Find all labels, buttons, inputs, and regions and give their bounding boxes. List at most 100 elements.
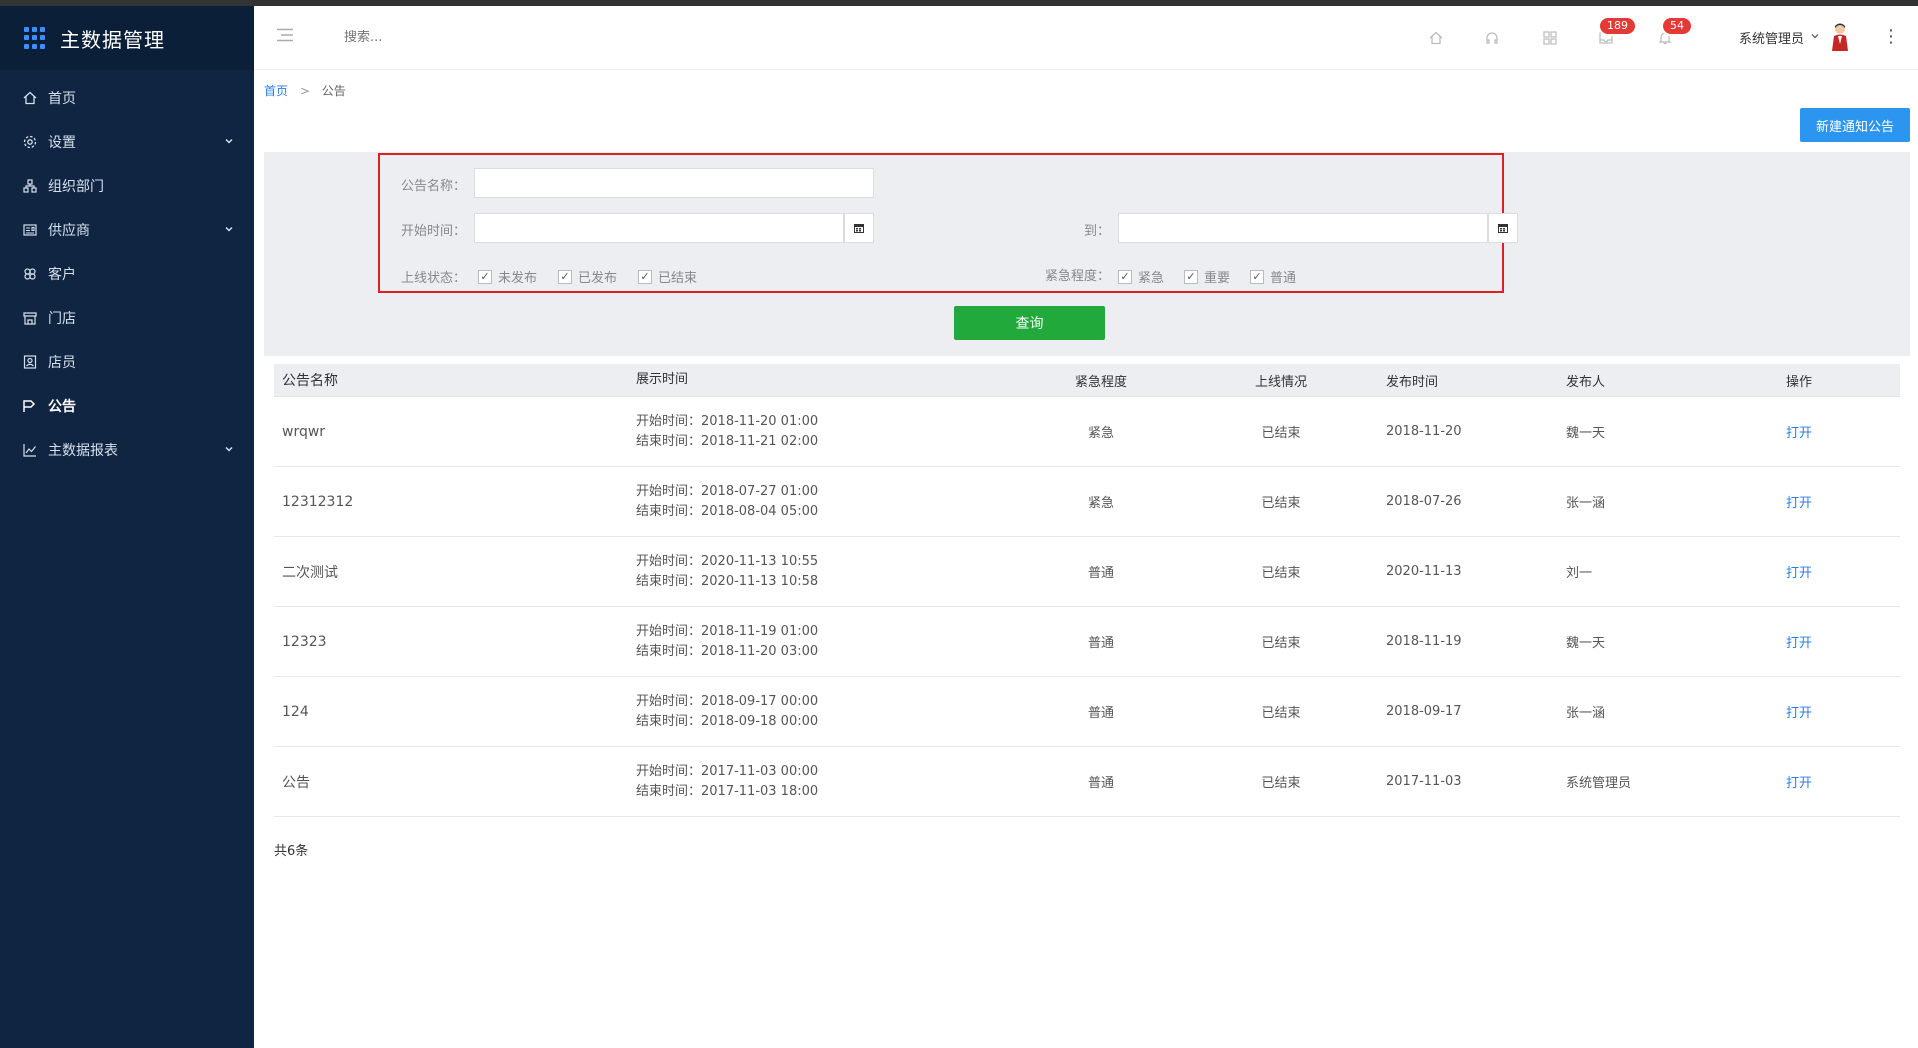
calendar-icon[interactable] [1488,213,1518,243]
column-header[interactable]: 发布时间 [1386,371,1566,390]
total-count: 共6条 [274,844,309,859]
open-link[interactable]: 打开 [1786,636,1812,651]
chevron-down-icon [224,134,234,150]
cell-publish-date: 2018-11-19 [1386,634,1462,649]
breadcrumb-home-link[interactable]: 首页 [264,84,288,98]
cell-publisher: 魏一天 [1566,426,1606,441]
column-header[interactable]: 发布人 [1566,371,1786,390]
sidebar: 主数据管理 首页 设置 组织部门 供应商 客户 门店 店员 公告 主数据报表 [0,6,254,1048]
user-name: 系统管理员 [1739,32,1805,47]
column-header[interactable]: 操作 [1786,371,1900,390]
menu-toggle-icon[interactable] [276,28,294,46]
check-icon: ✓ [1118,269,1132,284]
column-header[interactable]: 公告名称 [274,370,636,390]
check-icon: ✓ [558,269,572,284]
sidebar-item-staff[interactable]: 店员 [0,340,254,384]
brand[interactable]: 主数据管理 [0,6,254,70]
status-checkbox-published[interactable]: ✓ 已发布 [558,267,617,286]
sidebar-item-store[interactable]: 门店 [0,296,254,340]
sidebar-item-label: 门店 [48,311,76,327]
cell-name: 124 [282,703,309,720]
staff-icon [22,354,38,370]
to-label: 到： [1083,224,1110,239]
announcement-name-input[interactable] [474,168,874,198]
urgency-checkbox-normal[interactable]: ✓ 普通 [1250,267,1296,286]
sidebar-item-label: 公告 [48,399,76,415]
check-icon: ✓ [638,269,652,284]
chart-icon [22,442,38,458]
cell-publish-date: 2018-07-26 [1386,494,1462,509]
avatar[interactable] [1829,22,1851,56]
sidebar-nav: 首页 设置 组织部门 供应商 客户 门店 店员 公告 主数据报表 [0,76,254,472]
new-announcement-button[interactable]: 新建通知公告 [1800,108,1910,142]
urgency-checkbox-important[interactable]: ✓ 重要 [1184,267,1230,286]
query-button[interactable]: 查询 [954,306,1105,340]
end-time-input[interactable] [1118,213,1488,243]
column-header[interactable]: 紧急程度 [1026,371,1176,390]
chevron-down-icon [224,442,234,458]
home-icon [22,90,38,106]
cell-name: 二次测试 [282,564,338,581]
cell-publisher: 张一涵 [1566,496,1606,511]
start-time-label: 开始时间： [400,224,466,239]
supplier-icon [22,222,38,238]
filter-form: 公告名称： 开始时间： 到： 上线状态： ✓ 未发布 ✓ 已发布 ✓ 已结束 紧急程度… [378,153,1518,293]
cell-status: 已结束 [1261,426,1301,441]
cell-publisher: 系统管理员 [1566,776,1632,791]
open-link[interactable]: 打开 [1786,426,1812,441]
sidebar-item-label: 供应商 [48,223,90,239]
sidebar-item-label: 设置 [48,135,76,151]
status-checkbox-unpublished[interactable]: ✓ 未发布 [478,267,537,286]
table-row: 124 开始时间：2018-09-17 00:00 结束时间：2018-09-18… [274,677,1900,747]
start-time-input[interactable] [474,213,844,243]
cell-status: 已结束 [1261,566,1301,581]
cell-display-time: 开始时间：2020-11-13 10:55 结束时间：2020-11-13 10:… [636,553,819,589]
open-link[interactable]: 打开 [1786,566,1812,581]
column-header[interactable]: 上线情况 [1176,371,1386,390]
sidebar-item-reports[interactable]: 主数据报表 [0,428,254,472]
user-menu[interactable]: 系统管理员 [1739,28,1820,47]
breadcrumb: 首页 > 公告 [264,82,346,99]
chevron-down-icon [224,222,234,238]
sidebar-item-org[interactable]: 组织部门 [0,164,254,208]
calendar-icon[interactable] [844,213,874,243]
brand-title: 主数据管理 [60,27,165,52]
search-input[interactable] [344,30,544,45]
cell-publisher: 刘一 [1566,566,1593,581]
open-link[interactable]: 打开 [1786,706,1812,721]
cell-display-time: 开始时间：2018-07-27 01:00 结束时间：2018-08-04 05:… [636,483,819,519]
chevron-down-icon [1810,30,1820,45]
cell-urgency: 普通 [1087,776,1114,791]
sidebar-item-label: 主数据报表 [48,443,118,459]
sidebar-item-customer[interactable]: 客户 [0,252,254,296]
apps-icon[interactable] [1542,30,1558,50]
cell-urgency: 普通 [1087,706,1114,721]
headset-icon[interactable] [1484,30,1500,50]
sidebar-item-supplier[interactable]: 供应商 [0,208,254,252]
customer-icon [22,266,38,282]
open-link[interactable]: 打开 [1786,496,1812,511]
cell-display-time: 开始时间：2018-11-20 01:00 结束时间：2018-11-21 02:… [636,413,819,449]
check-icon: ✓ [1184,269,1198,284]
status-checkbox-ended[interactable]: ✓ 已结束 [638,267,697,286]
cell-publish-date: 2017-11-03 [1386,774,1462,789]
cell-name: wrqwr [282,423,326,440]
org-icon [22,178,38,194]
cell-publisher: 魏一天 [1566,636,1606,651]
cell-publish-date: 2018-09-17 [1386,704,1462,719]
cell-publish-date: 2018-11-20 [1386,424,1462,439]
sidebar-item-home[interactable]: 首页 [0,76,254,120]
top-header: 189 54 系统管理员 ⋮ [254,6,1918,70]
sidebar-item-settings[interactable]: 设置 [0,120,254,164]
urgency-checkbox-urgent[interactable]: ✓ 紧急 [1118,267,1164,286]
sidebar-item-announcement[interactable]: 公告 [0,384,254,428]
home-icon[interactable] [1428,30,1444,50]
name-label: 公告名称： [400,179,466,194]
open-link[interactable]: 打开 [1786,776,1812,791]
more-options-icon[interactable]: ⋮ [1882,26,1900,47]
app-grid-icon [24,27,46,49]
cell-status: 已结束 [1261,706,1301,721]
cell-publish-date: 2020-11-13 [1386,564,1462,579]
column-header[interactable]: 展示时间 [636,370,1026,390]
breadcrumb-current: 公告 [321,84,346,98]
